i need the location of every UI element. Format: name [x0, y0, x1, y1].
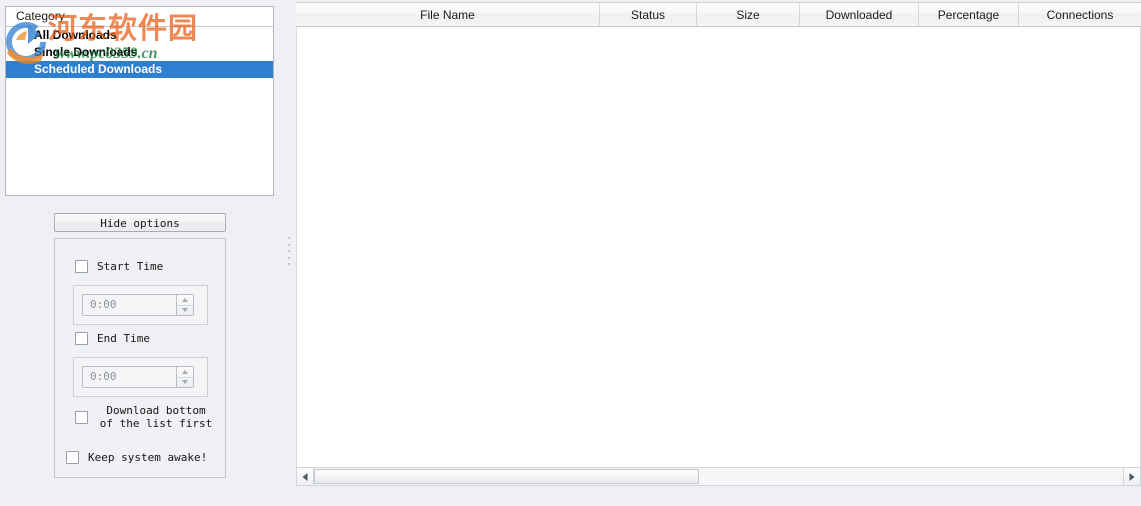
end-time-value[interactable]: 0:00 — [83, 367, 176, 387]
column-header-size[interactable]: Size — [697, 3, 800, 26]
download-list-body[interactable] — [296, 27, 1141, 467]
start-time-stepper[interactable] — [176, 295, 193, 315]
category-item-single-downloads[interactable]: Single Downloads — [6, 44, 273, 61]
column-header-connections[interactable]: Connections — [1019, 3, 1141, 26]
category-item-all-downloads[interactable]: All Downloads — [6, 27, 273, 44]
start-time-label: Start Time — [97, 260, 164, 273]
hide-options-button[interactable]: Hide options — [54, 213, 226, 232]
grip-dot — [288, 243, 290, 246]
keep-system-awake-checkbox[interactable] — [66, 451, 79, 464]
end-time-stepper[interactable] — [176, 367, 193, 387]
download-bottom-first-checkbox[interactable] — [75, 410, 88, 424]
grip-dot — [288, 237, 290, 239]
column-header-status[interactable]: Status — [600, 3, 697, 26]
category-group-label: Category — [14, 9, 67, 23]
keep-system-awake-checkbox-row[interactable]: Keep system awake! — [66, 451, 207, 464]
end-time-spinner[interactable]: 0:00 — [82, 366, 194, 388]
download-list-header-row: File Name Status Size Downloaded Percent… — [296, 2, 1141, 27]
start-time-stepper-up-icon[interactable] — [177, 295, 193, 305]
end-time-checkbox-row[interactable]: End Time — [75, 332, 150, 345]
grip-dot — [288, 263, 290, 265]
end-time-stepper-up-icon[interactable] — [177, 367, 193, 377]
end-time-stepper-down-icon[interactable] — [177, 377, 193, 387]
end-time-label: End Time — [97, 332, 150, 345]
download-bottom-first-label: Download bottom of the list first — [99, 404, 213, 430]
left-panel: Category All Downloads Single Downloads … — [0, 0, 282, 506]
arrow-right-icon[interactable] — [1123, 468, 1140, 485]
download-bottom-first-checkbox-row[interactable]: Download bottom of the list first — [75, 404, 215, 430]
category-list[interactable]: All Downloads Single Downloads Scheduled… — [6, 27, 273, 195]
start-time-checkbox-row[interactable]: Start Time — [75, 260, 163, 273]
horizontal-scroll-track[interactable] — [314, 468, 1123, 485]
column-header-downloaded[interactable]: Downloaded — [800, 3, 919, 26]
category-item-scheduled-downloads[interactable]: Scheduled Downloads — [6, 61, 273, 78]
panel-splitter[interactable] — [283, 0, 295, 506]
keep-system-awake-label: Keep system awake! — [88, 451, 208, 464]
end-time-spinner-frame: 0:00 — [73, 357, 208, 397]
start-time-stepper-down-icon[interactable] — [177, 305, 193, 315]
grip-dot — [288, 256, 290, 259]
download-list-panel: File Name Status Size Downloaded Percent… — [296, 2, 1141, 486]
start-time-value[interactable]: 0:00 — [83, 295, 176, 315]
start-time-checkbox[interactable] — [75, 260, 88, 273]
category-group-box: Category All Downloads Single Downloads … — [5, 6, 274, 196]
start-time-spinner[interactable]: 0:00 — [82, 294, 194, 316]
horizontal-scrollbar[interactable] — [296, 467, 1141, 486]
vertical-splitter-grip-icon[interactable] — [287, 237, 291, 265]
end-time-checkbox[interactable] — [75, 332, 88, 345]
arrow-left-icon[interactable] — [297, 468, 314, 485]
horizontal-scroll-thumb[interactable] — [314, 469, 699, 484]
column-header-file-name[interactable]: File Name — [296, 3, 600, 26]
start-time-spinner-frame: 0:00 — [73, 285, 208, 325]
options-panel: Start Time 0:00 End Time 0:00 Download b… — [54, 238, 226, 478]
column-header-percentage[interactable]: Percentage — [919, 3, 1019, 26]
grip-dot — [288, 250, 290, 252]
